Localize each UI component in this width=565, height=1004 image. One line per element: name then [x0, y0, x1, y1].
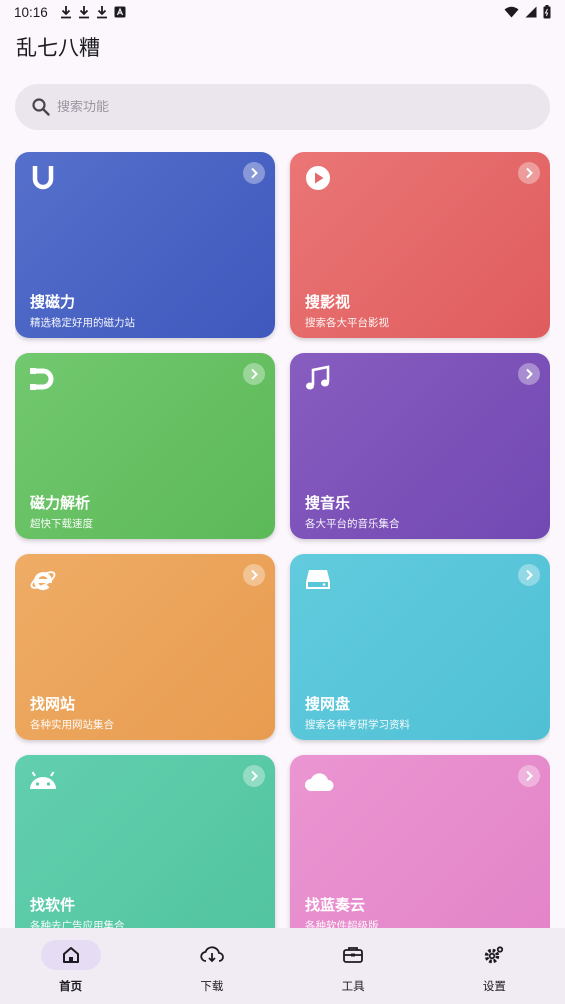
download-icon — [78, 6, 89, 19]
status-time: 10:16 — [14, 4, 48, 20]
nav-item-tools[interactable]: 工具 — [283, 928, 424, 1004]
card-search-magnet[interactable]: 搜磁力 精选稳定好用的磁力站 — [15, 152, 275, 338]
magnet-icon — [29, 365, 57, 393]
nav-label: 设置 — [482, 979, 506, 993]
android-icon — [29, 767, 57, 795]
chevron-right-icon — [243, 765, 265, 787]
nav-label: 工具 — [341, 979, 365, 993]
card-search-music[interactable]: 搜音乐 各大平台的音乐集合 — [290, 353, 550, 539]
card-title: 搜网盘 — [305, 695, 351, 713]
search-icon — [32, 98, 50, 116]
card-find-software[interactable]: 找软件 各种去广告应用集合 — [15, 755, 275, 928]
bottom-navigation: 首页 下载 工具 设置 — [0, 928, 565, 1004]
cloud-icon — [304, 767, 334, 795]
page-title: 乱七八糟 — [16, 36, 100, 60]
hard-drive-icon — [304, 566, 332, 594]
card-search-video[interactable]: 搜影视 搜索各大平台影视 — [290, 152, 550, 338]
card-magnet-parse[interactable]: 磁力解析 超快下载速度 — [15, 353, 275, 539]
cloud-download-icon — [200, 946, 224, 963]
card-subtitle: 超快下载速度 — [30, 518, 93, 530]
card-title: 找蓝奏云 — [305, 896, 366, 914]
card-title: 磁力解析 — [30, 494, 91, 512]
nav-indicator — [464, 940, 524, 970]
chevron-right-icon — [518, 765, 540, 787]
nav-item-settings[interactable]: 设置 — [424, 928, 565, 1004]
music-note-icon — [304, 365, 332, 393]
settings-icon — [485, 946, 504, 964]
chevron-right-icon — [518, 363, 540, 385]
chevron-right-icon — [243, 564, 265, 586]
nav-item-home[interactable]: 首页 — [0, 928, 141, 1004]
nav-indicator — [182, 940, 242, 970]
card-find-lanzou[interactable]: 找蓝奏云 各种软件超级版 — [290, 755, 550, 928]
card-subtitle: 各种去广告应用集合 — [30, 920, 125, 928]
nav-label: 首页 — [59, 979, 83, 993]
card-title: 找软件 — [30, 896, 76, 914]
status-system-icons — [504, 5, 551, 19]
card-search-netdisk[interactable]: 搜网盘 搜索各种考研学习资料 — [290, 554, 550, 740]
chevron-right-icon — [518, 162, 540, 184]
card-subtitle: 各大平台的音乐集合 — [305, 518, 400, 530]
signal-icon — [525, 6, 537, 18]
chevron-right-icon — [243, 363, 265, 385]
card-title: 搜音乐 — [305, 494, 351, 512]
home-icon — [62, 947, 79, 963]
card-subtitle: 各种软件超级版 — [305, 920, 379, 928]
nav-indicator — [323, 940, 383, 970]
card-title: 搜影视 — [305, 293, 351, 311]
magnet-u-icon — [29, 164, 57, 192]
card-find-website[interactable]: 找网站 各种实用网站集合 — [15, 554, 275, 740]
download-icon — [96, 6, 107, 19]
status-bar: 10:16 — [0, 0, 565, 24]
toolbox-icon — [343, 947, 364, 963]
play-circle-icon — [304, 164, 332, 192]
nav-indicator — [40, 940, 101, 970]
card-subtitle: 各种实用网站集合 — [30, 719, 114, 731]
nav-label: 下载 — [200, 979, 224, 993]
browser-e-icon — [29, 566, 57, 594]
download-icon — [60, 6, 71, 19]
wifi-icon — [504, 6, 519, 18]
battery-icon — [543, 5, 551, 19]
card-title: 搜磁力 — [30, 293, 76, 311]
chevron-right-icon — [518, 564, 540, 586]
accessibility-icon — [114, 6, 126, 18]
search-input[interactable] — [57, 99, 497, 115]
status-notification-icons — [60, 5, 126, 19]
chevron-right-icon — [243, 162, 265, 184]
card-subtitle: 搜索各种考研学习资料 — [305, 719, 410, 731]
card-subtitle: 精选稳定好用的磁力站 — [30, 317, 135, 329]
card-subtitle: 搜索各大平台影视 — [305, 317, 389, 329]
feature-grid: 搜磁力 精选稳定好用的磁力站 搜影视 搜索各大平台影视 磁力解析 超快下载速度 … — [15, 152, 550, 928]
search-bar[interactable] — [15, 84, 550, 130]
card-title: 找网站 — [30, 695, 76, 713]
nav-item-download[interactable]: 下载 — [141, 928, 282, 1004]
